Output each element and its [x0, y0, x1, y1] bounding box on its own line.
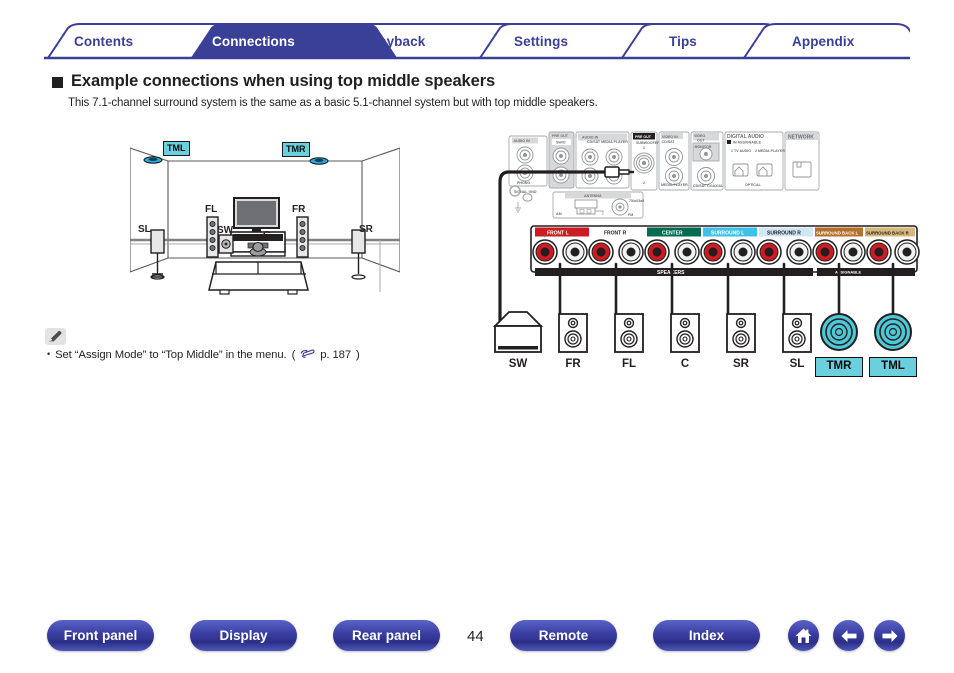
svg-text:SURROUND BACK L: SURROUND BACK L [816, 231, 859, 236]
room-label-sl: SL [138, 224, 151, 235]
tab-contents[interactable]: Contents [74, 34, 133, 49]
speaker-icon-tmr [821, 314, 857, 350]
tab-settings[interactable]: Settings [514, 34, 568, 49]
room-chip-tml: TML [163, 141, 190, 156]
svg-text:OPTICAL: OPTICAL [745, 183, 762, 187]
svg-text:OUT: OUT [697, 139, 705, 143]
link-hand-icon [300, 348, 315, 362]
speaker-label-sw: SW [496, 358, 540, 370]
manual-page: Contents Connections Playback Settings T… [0, 0, 954, 673]
page-title: Example connections when using top middl… [71, 72, 495, 91]
remote-button[interactable]: Remote [510, 620, 617, 651]
tab-playback[interactable]: Playback [366, 34, 425, 49]
speaker-icon-c [671, 314, 699, 352]
speaker-icon-sr [727, 314, 755, 352]
svg-text:CD/SAT: CD/SAT [662, 140, 676, 144]
note-text: Set “Assign Mode” to “Top Middle” in the… [55, 349, 287, 361]
forward-button[interactable] [874, 620, 905, 651]
svg-text:FRONT R: FRONT R [604, 231, 627, 237]
rear-panel-button[interactable]: Rear panel [333, 620, 440, 651]
speaker-label-fl: FL [607, 358, 651, 370]
home-button[interactable] [788, 620, 819, 651]
svg-text:VIDEO IN: VIDEO IN [662, 135, 678, 139]
note-pencil-badge [45, 328, 66, 345]
speaker-label-tml: TML [869, 357, 917, 377]
display-button[interactable]: Display [190, 620, 297, 651]
index-button[interactable]: Index [653, 620, 760, 651]
back-button[interactable] [833, 620, 864, 651]
speaker-label-tmr: TMR [815, 357, 863, 377]
note-bullet: • [47, 350, 50, 359]
speaker-icon-tml [875, 314, 911, 350]
svg-text:MEDIA PLAYER: MEDIA PLAYER [661, 183, 688, 187]
svg-text:1 TV AUDIO: 1 TV AUDIO [731, 149, 751, 153]
room-chip-tmr: TMR [282, 142, 310, 157]
note-ref-close: ) [356, 349, 360, 361]
svg-text:75\u03a9: 75\u03a9 [629, 199, 644, 203]
speaker-icon-sl [783, 314, 811, 352]
svg-text:CD/SAT COAXIAL: CD/SAT COAXIAL [693, 184, 724, 188]
tab-tips[interactable]: Tips [669, 34, 697, 49]
home-icon [794, 627, 813, 645]
speaker-icon-sw [495, 312, 541, 352]
arrow-right-icon [880, 628, 900, 644]
svg-text:ANTENNA: ANTENNA [584, 194, 602, 198]
speaker-label-fr: FR [551, 358, 595, 370]
svg-text:PRE OUT: PRE OUT [552, 134, 569, 138]
svg-text:+: + [543, 234, 546, 240]
room-label-fr: FR [292, 204, 305, 215]
bullet-square-icon [52, 77, 63, 88]
ceiling-speaker-left [144, 157, 162, 163]
svg-text:2: 2 [643, 181, 645, 185]
svg-text:DIGITAL AUDIO: DIGITAL AUDIO [727, 134, 764, 140]
note-ref-page[interactable]: p. 187 [320, 349, 351, 361]
svg-text:SURROUND L: SURROUND L [711, 231, 744, 237]
svg-text:CD/SAT MEDIA PLAYER: CD/SAT MEDIA PLAYER [587, 140, 628, 144]
svg-text:SURROUND R: SURROUND R [767, 231, 801, 237]
front-panel-button[interactable]: Front panel [47, 620, 154, 651]
svg-text:IN ASSIGNABLE: IN ASSIGNABLE [733, 141, 762, 145]
ceiling-speaker-right [310, 158, 328, 164]
svg-text:AUDIO IN: AUDIO IN [582, 136, 599, 140]
svg-text:CENTER: CENTER [662, 231, 683, 237]
speaker-icon-fr [559, 314, 587, 352]
svg-text:1: 1 [643, 146, 645, 150]
speaker-label-sr: SR [719, 358, 763, 370]
svg-text:FRONT L: FRONT L [547, 231, 569, 237]
speaker-legend-row: SW FR FL C SR SL TMR TML [487, 300, 927, 385]
svg-text:PHONO: PHONO [517, 181, 530, 185]
page-number: 44 [467, 628, 484, 645]
pencil-icon [48, 330, 63, 343]
note-ref-open: ( [292, 349, 296, 361]
speaker-terminal-strip: FRONT L FRONT R CENTER SURROUND L SURROU… [531, 226, 919, 276]
page-title-row: Example connections when using top middl… [52, 72, 495, 91]
speaker-label-sl: SL [775, 358, 819, 370]
svg-text:SUBWOOFER: SUBWOOFER [636, 141, 660, 145]
room-label-c: C [263, 230, 270, 241]
tab-connections[interactable]: Connections [212, 34, 295, 49]
page-subtitle: This 7.1-channel surround system is the … [68, 97, 598, 109]
arrow-left-icon [839, 628, 859, 644]
svg-text:AM: AM [556, 212, 562, 216]
svg-text:SW/O: SW/O [556, 140, 566, 144]
svg-text:AUDIO IN: AUDIO IN [514, 139, 531, 143]
note-line: • Set “Assign Mode” to “Top Middle” in t… [47, 348, 360, 362]
svg-text:PRE OUT: PRE OUT [635, 135, 652, 139]
speaker-icon-fl [615, 314, 643, 352]
room-layout-diagram: TML TMR SL SR FL FR SW C [130, 140, 400, 305]
speaker-label-c: C [663, 358, 707, 370]
svg-text:NETWORK: NETWORK [788, 134, 814, 140]
svg-text:SIGNAL GND: SIGNAL GND [514, 190, 537, 194]
room-label-sw: SW [217, 225, 233, 236]
room-label-fl: FL [205, 204, 217, 215]
svg-text:FM: FM [628, 213, 633, 217]
tab-bar: Contents Connections Playback Settings T… [44, 22, 910, 60]
tab-appendix[interactable]: Appendix [792, 34, 854, 49]
footer-nav: Front panel Display Rear panel 44 Remote… [0, 614, 954, 662]
room-label-sr: SR [359, 224, 373, 235]
svg-text:SURROUND BACK R: SURROUND BACK R [866, 231, 910, 236]
svg-text:2 MEDIA PLAYER: 2 MEDIA PLAYER [755, 149, 785, 153]
